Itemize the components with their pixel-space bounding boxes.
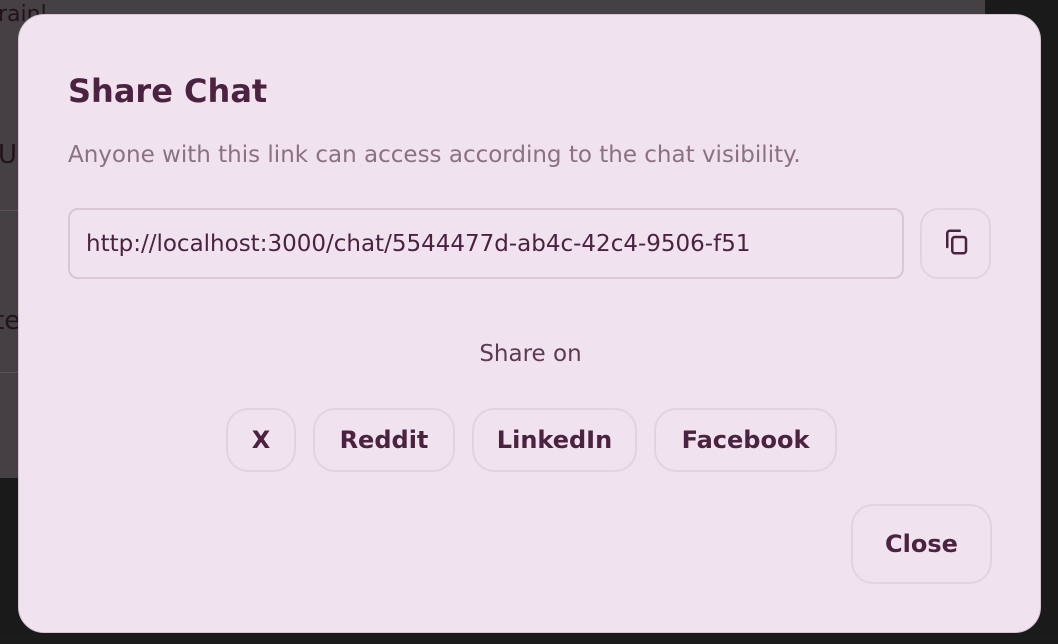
share-buttons: X Reddit LinkedIn Facebook <box>226 408 837 472</box>
dialog-description: Anyone with this link can access accordi… <box>68 142 801 168</box>
share-facebook-button[interactable]: Facebook <box>654 408 837 472</box>
share-linkedin-button[interactable]: LinkedIn <box>472 408 637 472</box>
share-chat-dialog: Share Chat Anyone with this link can acc… <box>18 14 1041 633</box>
share-on-label: Share on <box>479 341 582 367</box>
close-button[interactable]: Close <box>851 504 992 584</box>
share-link-input[interactable] <box>68 208 904 279</box>
share-reddit-button[interactable]: Reddit <box>313 408 455 472</box>
dialog-title: Share Chat <box>68 72 268 110</box>
copy-icon <box>941 227 971 261</box>
copy-link-button[interactable] <box>920 208 991 279</box>
share-x-button[interactable]: X <box>226 408 296 472</box>
